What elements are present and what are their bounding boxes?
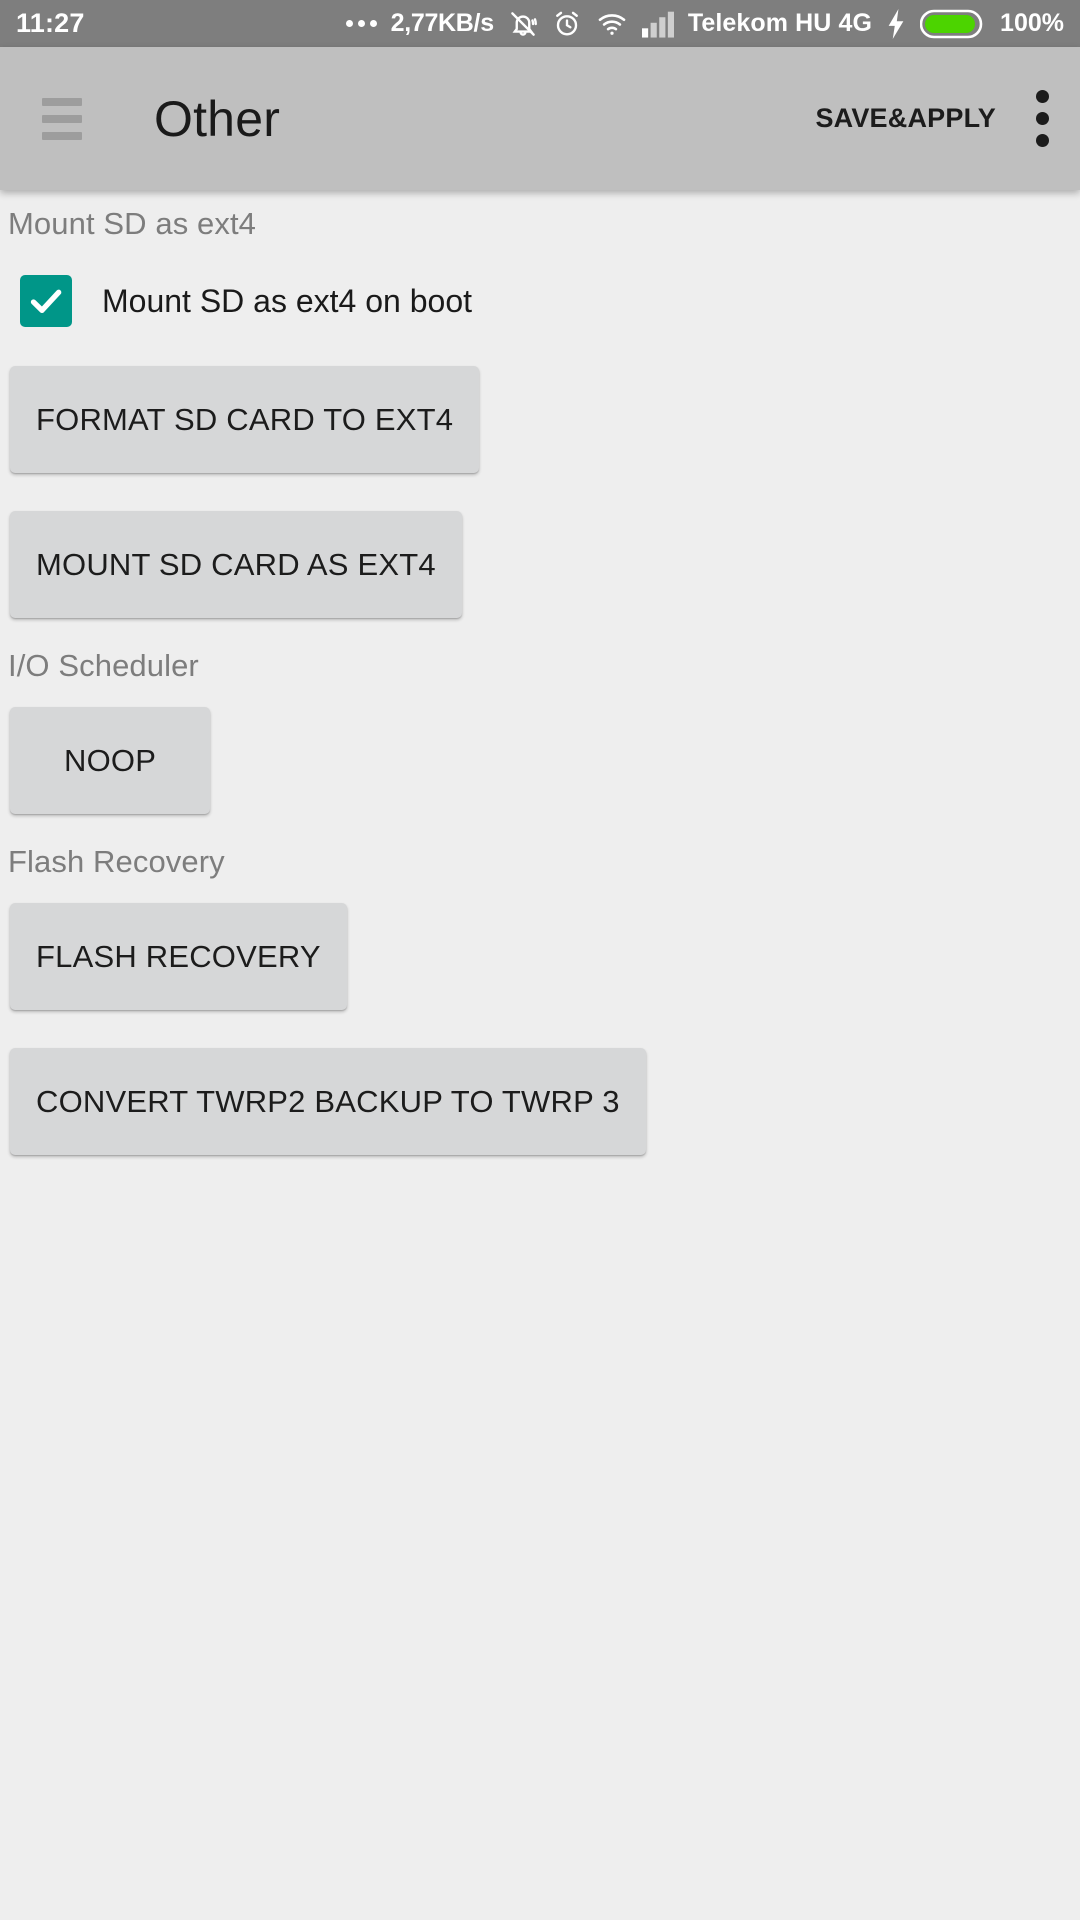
settings-content: Mount SD as ext4 Mount SD as ext4 on boo… [0, 190, 1080, 1920]
alarm-clock-icon [552, 9, 582, 39]
page-title: Other [154, 90, 281, 147]
network-speed-label: 2,77KB/s [390, 9, 495, 37]
mount-sd-card-as-ext4-button[interactable]: MOUNT SD CARD AS EXT4 [10, 511, 462, 618]
button-row-format-sd: FORMAT SD CARD TO EXT4 [0, 366, 1080, 473]
status-bar-icons: 2,77KB/s Telekom HU 4G 100% [345, 8, 1064, 40]
bell-muted-icon [508, 9, 538, 39]
hamburger-menu-icon[interactable] [42, 97, 82, 140]
status-clock: 11:27 [16, 8, 85, 38]
wifi-icon [596, 9, 628, 39]
overflow-menu-icon[interactable] [1034, 90, 1050, 147]
button-row-mount-sd: MOUNT SD CARD AS EXT4 [0, 511, 1080, 618]
section-header-io-scheduler: I/O Scheduler [8, 648, 199, 683]
io-scheduler-noop-button[interactable]: NOOP [10, 707, 211, 814]
flash-recovery-button[interactable]: FLASH RECOVERY [10, 903, 347, 1010]
more-dots-icon [345, 20, 377, 27]
section-flash-recovery: Flash Recovery FLASH RECOVERY CONVERT TW… [0, 844, 1080, 1155]
battery-full-icon [920, 8, 986, 40]
checkbox-label-mount-sd-on-boot: Mount SD as ext4 on boot [102, 282, 472, 319]
button-row-flash-recovery: FLASH RECOVERY [0, 903, 1080, 1010]
status-bar: 11:27 2,77KB/s Telekom HU 4G 100% [0, 0, 1080, 47]
section-mount-sd-as-ext4: Mount SD as ext4 Mount SD as ext4 on boo… [0, 190, 1080, 618]
section-io-scheduler: I/O Scheduler NOOP [0, 648, 1080, 814]
save-and-apply-button[interactable]: SAVE&APPLY [815, 103, 996, 134]
carrier-label: Telekom HU 4G [687, 9, 873, 37]
lightning-bolt-icon [886, 8, 906, 39]
convert-twrp2-backup-to-twrp3-button[interactable]: CONVERT TWRP2 BACKUP TO TWRP 3 [10, 1048, 646, 1155]
button-row-convert-twrp: CONVERT TWRP2 BACKUP TO TWRP 3 [0, 1048, 1080, 1155]
app-bar: Other SAVE&APPLY [0, 47, 1080, 190]
button-row-io-scheduler: NOOP [0, 707, 1080, 814]
checkbox-row-mount-sd-on-boot[interactable]: Mount SD as ext4 on boot [0, 275, 1080, 327]
section-header-flash-recovery: Flash Recovery [8, 844, 225, 879]
section-header-mount-sd: Mount SD as ext4 [8, 206, 256, 241]
cellular-signal-icon [641, 9, 674, 39]
battery-level-label: 100% [1000, 9, 1064, 37]
checkbox-checked-icon[interactable] [20, 275, 72, 327]
format-sd-card-to-ext4-button[interactable]: FORMAT SD CARD TO EXT4 [10, 366, 480, 473]
